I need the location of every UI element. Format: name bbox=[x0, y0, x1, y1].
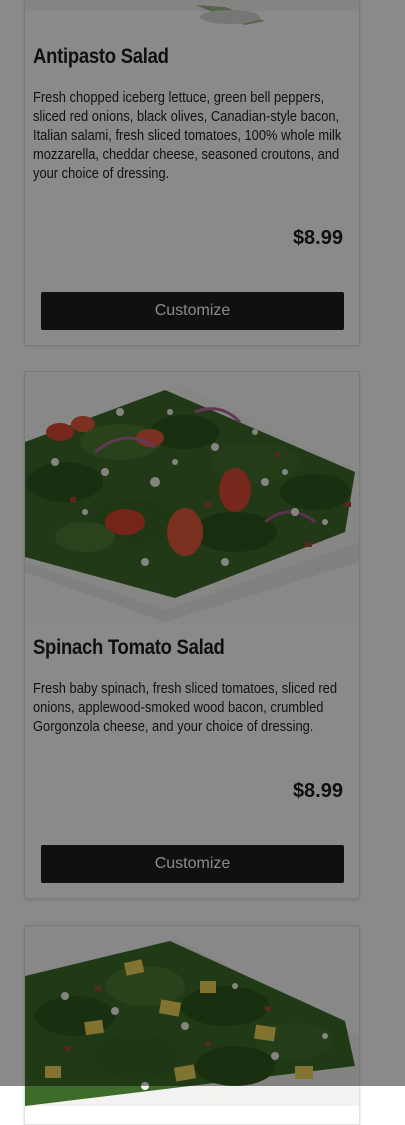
menu-page: Antipasto Salad Fresh chopped iceberg le… bbox=[0, 0, 405, 1125]
modal-backdrop-overlay[interactable] bbox=[0, 0, 405, 1086]
